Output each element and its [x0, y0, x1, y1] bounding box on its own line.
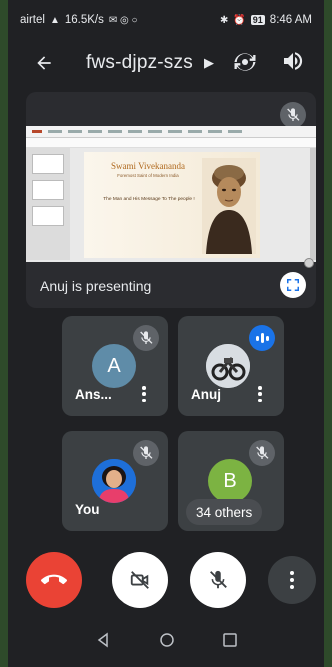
- clock: 8:46 AM: [269, 14, 312, 26]
- shared-screen: Swami Vivekananda Foremost Saint of Mode…: [26, 126, 316, 262]
- network-speed: 16.5K/s: [64, 14, 104, 26]
- phone-screen: airtel ▲ 16.5K/s ✉ ◎ ○ ✱ ⏰ 91 8:46 AM fw…: [8, 0, 324, 667]
- slide-thumbnails: [26, 148, 70, 260]
- chevron-right-icon[interactable]: ▶: [204, 52, 214, 74]
- arrow-left-icon[interactable]: [34, 48, 54, 80]
- more-options-button[interactable]: [268, 556, 316, 604]
- camera-toggle-button[interactable]: [112, 552, 168, 608]
- mic-off-icon: [133, 440, 159, 466]
- alarm-icon: ⏰: [233, 14, 246, 26]
- more-vert-icon: [290, 571, 294, 589]
- meeting-code[interactable]: fws-djpz-szs: [86, 52, 193, 74]
- more-vert-icon[interactable]: [254, 384, 266, 404]
- ppt-scrollbar: [310, 148, 316, 260]
- presentation-indicator: [304, 258, 314, 268]
- fullscreen-icon[interactable]: [280, 272, 306, 298]
- slide-message: The Man and His Message To The people !: [103, 197, 195, 202]
- meeting-header: fws-djpz-szs ▶: [8, 44, 324, 82]
- notification-icons: ✉ ◎ ○: [108, 14, 138, 26]
- status-bar: airtel ▲ 16.5K/s ✉ ◎ ○ ✱ ⏰ 91 8:46 AM: [8, 0, 324, 40]
- others-count-chip[interactable]: 34 others: [186, 499, 263, 525]
- current-slide: Swami Vivekananda Foremost Saint of Mode…: [84, 152, 260, 258]
- slide-subtitle: Foremost Saint of Modern India: [117, 173, 179, 178]
- flip-camera-icon[interactable]: [231, 48, 259, 76]
- mic-toggle-button[interactable]: [190, 552, 246, 608]
- call-controls: [8, 550, 324, 610]
- speaker-icon[interactable]: [281, 49, 307, 75]
- end-call-icon: [41, 574, 67, 585]
- participant-name: Anuj: [191, 387, 221, 402]
- participant-tile[interactable]: B 34 others: [178, 431, 284, 531]
- carrier-label: airtel: [20, 14, 45, 26]
- signal-icon: ▲: [49, 14, 60, 26]
- participant-tile[interactable]: Anuj: [178, 316, 284, 416]
- slide-title: Swami Vivekananda: [110, 161, 186, 171]
- bluetooth-icon: ✱: [219, 14, 229, 26]
- mic-off-icon: [133, 325, 159, 351]
- presenting-label: Anuj is presenting: [40, 278, 152, 294]
- participant-tile[interactable]: A Ans...: [62, 316, 168, 416]
- participant-tile[interactable]: You: [62, 431, 168, 531]
- more-vert-icon[interactable]: [138, 384, 150, 404]
- avatar: [206, 344, 250, 388]
- participant-name: Ans...: [75, 387, 112, 402]
- camera-off-icon: [130, 571, 149, 589]
- mic-off-icon: [280, 102, 306, 128]
- participant-name: You: [75, 502, 100, 517]
- system-nav-bar: [8, 612, 324, 667]
- back-nav-icon[interactable]: [95, 632, 111, 648]
- presentation-tile[interactable]: Swami Vivekananda Foremost Saint of Mode…: [26, 92, 316, 308]
- battery-icon: 91: [250, 15, 265, 25]
- home-nav-icon[interactable]: [159, 632, 175, 648]
- portrait-image: [202, 158, 256, 254]
- mic-off-icon: [249, 440, 275, 466]
- end-call-button[interactable]: [26, 552, 82, 608]
- mic-off-icon: [210, 570, 227, 589]
- speaking-indicator-icon: [249, 325, 275, 351]
- recents-nav-icon[interactable]: [223, 632, 237, 647]
- avatar: A: [92, 344, 136, 388]
- avatar: [92, 459, 136, 503]
- avatar: B: [208, 459, 252, 503]
- ppt-toolbar: [26, 138, 316, 148]
- ppt-ribbon: [26, 126, 316, 138]
